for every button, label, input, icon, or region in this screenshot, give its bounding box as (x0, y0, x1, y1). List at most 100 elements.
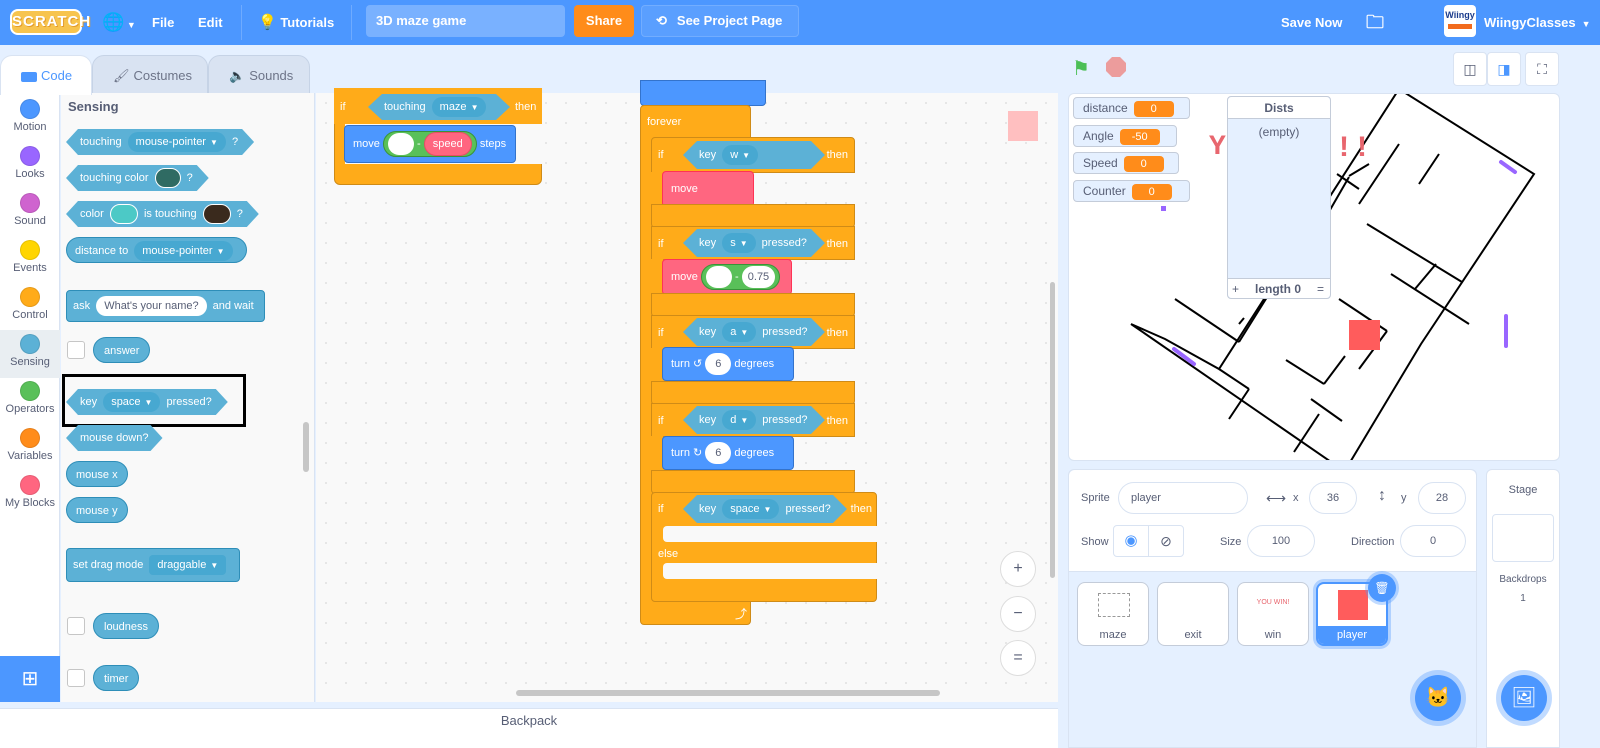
edit-menu[interactable]: Edit (198, 0, 223, 45)
color-is-touching-block[interactable]: color is touching ? (66, 201, 259, 227)
category-operators[interactable]: Operators (0, 377, 60, 425)
touching-maze-condition[interactable]: touching maze▼ ? (368, 94, 510, 120)
category-looks[interactable]: Looks (0, 142, 60, 190)
answer-checkbox[interactable] (67, 341, 85, 359)
monitor-speed[interactable]: Speed 0 (1073, 152, 1179, 174)
x-input[interactable]: 36 (1309, 482, 1357, 514)
category-sound[interactable]: Sound (0, 189, 60, 237)
tab-costumes[interactable]: 🖌 Costumes (92, 55, 208, 95)
subtract-operator[interactable]: - 0.75 (700, 264, 781, 291)
ask-input[interactable]: What's your name? (96, 296, 207, 317)
key-dropdown[interactable]: s ▼ (722, 233, 755, 253)
color-swatch[interactable] (203, 204, 231, 224)
monitor-angle[interactable]: Angle -50 (1073, 125, 1177, 147)
show-visible-button[interactable]: ◉ (1113, 525, 1149, 557)
tab-code[interactable]: Code (0, 55, 92, 95)
empty-input[interactable] (705, 266, 732, 289)
sprite-name-input[interactable]: player (1118, 482, 1248, 514)
delete-sprite-button[interactable]: 🗑 (1368, 574, 1396, 602)
monitor-counter[interactable]: Counter 0 (1073, 180, 1190, 202)
distance-dropdown[interactable]: mouse-pointer ▼ (134, 241, 233, 262)
loudness-block[interactable]: loudness (93, 613, 160, 639)
workspace-vertical-scrollbar[interactable] (1050, 282, 1055, 578)
degrees-input[interactable]: 6 (705, 353, 732, 376)
touching-block[interactable]: touching mouse-pointer ▼ ? (66, 129, 254, 155)
choose-backdrop-button[interactable]: 🖼 (1501, 675, 1547, 721)
stop-icon[interactable] (1106, 57, 1126, 77)
sprite-tile-exit[interactable]: exit (1157, 582, 1229, 646)
subtract-operator[interactable]: - speed (382, 131, 477, 158)
touching-dropdown[interactable]: maze ▼ (432, 97, 487, 117)
touching-color-block[interactable]: touching color ? (66, 165, 209, 191)
workspace-horizontal-scrollbar[interactable] (516, 690, 940, 696)
key-dropdown[interactable]: d ▼ (722, 410, 756, 430)
answer-block[interactable]: answer (93, 337, 151, 363)
palette-scrollbar[interactable] (303, 422, 309, 472)
large-stage-button[interactable]: ◨ (1487, 52, 1521, 86)
language-menu[interactable]: 🌐 ▼ (102, 0, 136, 45)
small-stage-button[interactable]: ◫ (1453, 52, 1487, 86)
key-dropdown[interactable]: space ▼ (722, 499, 779, 519)
mouse-y-block[interactable]: mouse y (66, 497, 128, 523)
project-title-input[interactable]: 3D maze game (366, 5, 565, 37)
degrees-input[interactable]: 6 (705, 442, 732, 465)
list-resize-handle[interactable]: = (1317, 279, 1324, 299)
key-w-pressed-condition[interactable]: key w▼ pressed? (683, 141, 825, 169)
timer-checkbox[interactable] (67, 669, 85, 687)
my-stuff-folder-icon[interactable]: 🗀 (1366, 0, 1384, 45)
category-motion[interactable]: Motion (0, 95, 60, 143)
empty-input[interactable] (387, 133, 414, 156)
category-control[interactable]: Control (0, 283, 60, 331)
category-events[interactable]: Events (0, 236, 60, 284)
fullscreen-button[interactable]: ⛶ (1525, 52, 1559, 86)
list-monitor-dists[interactable]: Dists (empty) + length 0 = (1227, 96, 1331, 299)
add-extension-button[interactable]: ⊞ (0, 656, 60, 702)
list-add-button[interactable]: + (1232, 279, 1239, 299)
drag-mode-dropdown[interactable]: draggable ▼ (149, 555, 227, 576)
timer-block[interactable]: timer (93, 665, 140, 691)
sprite-tile-maze[interactable]: maze (1077, 582, 1149, 646)
key-d-pressed-condition[interactable]: key d ▼ pressed? (683, 406, 825, 434)
move-negative-block[interactable]: move - 0.75 (662, 259, 792, 295)
backpack[interactable]: Backpack (0, 708, 1058, 748)
key-dropdown[interactable]: w ▼ (722, 145, 758, 165)
see-project-page-button[interactable]: ⟲ See Project Page (641, 5, 799, 37)
zoom-out-button[interactable]: − (1000, 596, 1036, 632)
account-menu[interactable]: WiingyClasses ▼ (1484, 0, 1591, 45)
move-steps-block[interactable]: move - speed steps (344, 125, 516, 163)
monitor-distance[interactable]: distance 0 (1073, 97, 1190, 119)
category-sensing[interactable]: Sensing (0, 330, 60, 378)
green-flag-icon[interactable]: ⚑ (1072, 56, 1090, 81)
show-hidden-button[interactable]: ⊘ (1148, 525, 1184, 557)
share-button[interactable]: Share (574, 5, 634, 37)
color-swatch[interactable] (155, 168, 181, 188)
file-menu[interactable]: File (152, 0, 174, 45)
set-drag-mode-block[interactable]: set drag mode draggable ▼ (66, 548, 241, 582)
save-now-button[interactable]: Save Now (1281, 0, 1342, 45)
zoom-reset-button[interactable]: = (1000, 640, 1036, 676)
scratch-logo[interactable]: SCRATCH (10, 9, 90, 35)
choose-sprite-button[interactable]: 🐱 (1415, 675, 1461, 721)
avatar[interactable]: Wiingy (1444, 5, 1476, 37)
tab-sounds[interactable]: 🔈 Sounds (208, 55, 310, 95)
turn-right-block[interactable]: turn ↻ 6 degrees (662, 436, 794, 470)
sprite-tile-win[interactable]: YOU WIN! win (1237, 582, 1309, 646)
ask-and-wait-block[interactable]: ask What's your name? and wait (66, 290, 265, 322)
category-variables[interactable]: Variables (0, 424, 60, 472)
color-swatch[interactable] (110, 204, 138, 224)
point-in-direction-block[interactable] (640, 80, 766, 106)
zoom-in-button[interactable]: + (1000, 551, 1036, 587)
size-input[interactable]: 100 (1247, 525, 1315, 557)
loudness-checkbox[interactable] (67, 617, 85, 635)
key-a-pressed-condition[interactable]: key a ▼ pressed? (683, 318, 825, 346)
mouse-down-block[interactable]: mouse down? (66, 425, 163, 451)
y-input[interactable]: 28 (1418, 482, 1466, 514)
move-speed-block[interactable]: move Speed (662, 171, 754, 236)
distance-to-block[interactable]: distance to mouse-pointer ▼ (66, 237, 247, 263)
direction-input[interactable]: 0 (1400, 525, 1466, 557)
tutorials-button[interactable]: 💡 Tutorials (258, 0, 334, 45)
mouse-x-block[interactable]: mouse x (66, 461, 128, 487)
turn-left-block[interactable]: turn ↺ 6 degrees (662, 347, 794, 381)
key-dropdown[interactable]: a ▼ (722, 322, 756, 342)
category-my-blocks[interactable]: My Blocks (0, 471, 60, 519)
